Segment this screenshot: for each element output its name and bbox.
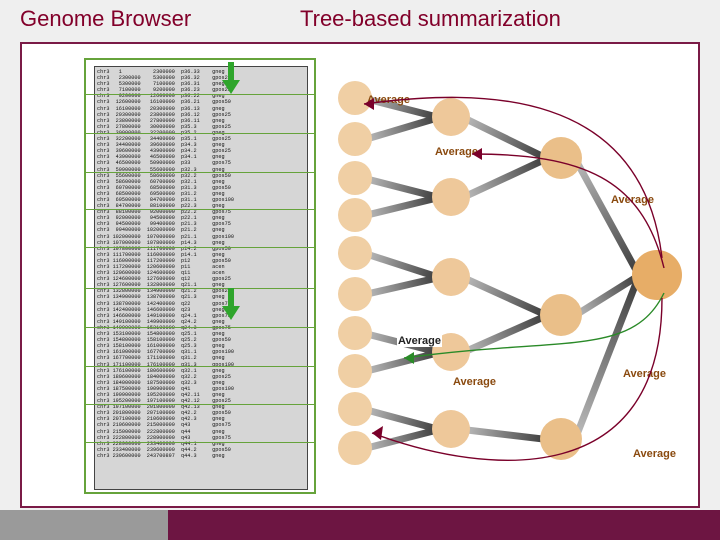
tree-node-leaf xyxy=(338,161,372,195)
avg-label: Average xyxy=(452,376,497,388)
tree-node-L2 xyxy=(432,410,470,448)
tree-node-leaf xyxy=(338,236,372,270)
tree-edge xyxy=(462,312,549,355)
band-sep xyxy=(84,288,316,289)
avg-label: Average xyxy=(434,146,479,158)
tree-edge xyxy=(364,114,440,143)
band-sep xyxy=(84,94,316,95)
tree-node-L3 xyxy=(540,137,582,179)
tree-node-L2 xyxy=(432,178,470,216)
tree-node-leaf xyxy=(338,198,372,232)
tree-panel: Average Average Average Average Average … xyxy=(332,58,696,494)
tree-node-root xyxy=(632,250,682,300)
tree-node-leaf xyxy=(338,277,372,311)
avg-label: Average xyxy=(622,368,667,380)
tree-node-L2 xyxy=(432,258,470,296)
band-sep xyxy=(84,404,316,405)
tree-node-leaf xyxy=(338,431,372,465)
tree-edge xyxy=(364,349,440,375)
tree-edge xyxy=(364,194,440,219)
genome-table-panel: chr3 1 2300000 p36.33 gneg chr3 2300000 … xyxy=(84,58,316,494)
avg-label: Average xyxy=(610,194,655,206)
band-sep xyxy=(84,366,316,367)
title-left: Genome Browser xyxy=(20,6,300,32)
tree-edge xyxy=(462,155,549,200)
footer-bar xyxy=(0,510,720,540)
tree-edge xyxy=(462,274,549,318)
avg-label: Average xyxy=(366,94,411,106)
title-right: Tree-based summarization xyxy=(300,6,561,32)
tree-node-L3 xyxy=(540,294,582,336)
genome-table: chr3 1 2300000 p36.33 gneg chr3 2300000 … xyxy=(94,66,308,490)
tree-node-leaf xyxy=(338,392,372,426)
tree-edge xyxy=(463,426,548,443)
footer-grey xyxy=(0,510,168,540)
tree-node-leaf xyxy=(338,122,372,156)
header: Genome Browser Tree-based summarization xyxy=(0,0,720,40)
tree-edge xyxy=(364,426,440,452)
band-sep xyxy=(84,209,316,210)
band-sep xyxy=(84,133,316,134)
avg-label: Average xyxy=(632,448,677,460)
band-sep xyxy=(84,247,316,248)
tree-node-L3 xyxy=(540,418,582,460)
tree-node-leaf xyxy=(338,354,372,388)
tree-edge xyxy=(572,157,642,277)
footer-maroon xyxy=(168,510,720,540)
band-sep xyxy=(84,172,316,173)
avg-label: Average xyxy=(397,335,442,347)
band-sep xyxy=(84,327,316,328)
tree-node-leaf xyxy=(338,316,372,350)
band-sep xyxy=(84,442,316,443)
main-frame: chr3 1 2300000 p36.33 gneg chr3 2300000 … xyxy=(20,42,700,508)
tree-edge xyxy=(364,274,440,298)
tree-node-L2 xyxy=(432,98,470,136)
